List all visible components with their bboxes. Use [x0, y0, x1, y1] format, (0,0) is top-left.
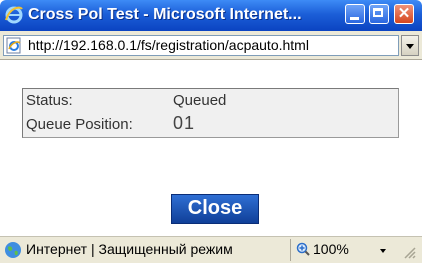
status-label: Status: [26, 92, 73, 109]
resize-grip-icon[interactable] [402, 245, 416, 259]
url-text: http://192.168.0.1/fs/registration/acpau… [28, 37, 309, 53]
window-close-button[interactable]: ✕ [394, 4, 414, 24]
page-icon [6, 37, 21, 54]
address-bar: http://192.168.0.1/fs/registration/acpau… [0, 31, 422, 60]
status-panel: Status: Queued Queue Position: 01 [22, 88, 399, 138]
window-title: Cross Pol Test - Microsoft Internet... [28, 6, 302, 23]
close-icon: ✕ [397, 5, 411, 22]
status-value: Queued [173, 92, 227, 109]
queue-row: Queue Position: 01 [26, 113, 195, 134]
close-button[interactable]: Close [171, 194, 259, 224]
zoom-dropdown-icon[interactable] [380, 249, 386, 253]
page-content: Status: Queued Queue Position: 01 Close [0, 60, 422, 236]
browser-window: Cross Pol Test - Microsoft Internet... ✕… [0, 0, 422, 263]
maximize-button[interactable] [369, 4, 389, 24]
queue-position-label: Queue Position: [26, 116, 133, 133]
ie-icon [5, 6, 23, 24]
zoom-icon[interactable] [296, 242, 310, 256]
title-bar[interactable]: Cross Pol Test - Microsoft Internet... ✕ [0, 0, 422, 31]
status-row: Status: Queued [26, 92, 226, 109]
queue-position-value: 01 [173, 113, 196, 133]
address-dropdown-button[interactable] [401, 35, 419, 56]
url-field[interactable]: http://192.168.0.1/fs/registration/acpau… [3, 35, 399, 56]
minimize-button[interactable] [345, 4, 365, 24]
internet-zone-icon [5, 242, 21, 258]
status-bar: Интернет | Защищенный режим 100% [0, 236, 422, 263]
statusbar-divider [290, 239, 291, 261]
zoom-level[interactable]: 100% [313, 241, 349, 257]
security-zone-text: Интернет | Защищенный режим [26, 241, 233, 257]
